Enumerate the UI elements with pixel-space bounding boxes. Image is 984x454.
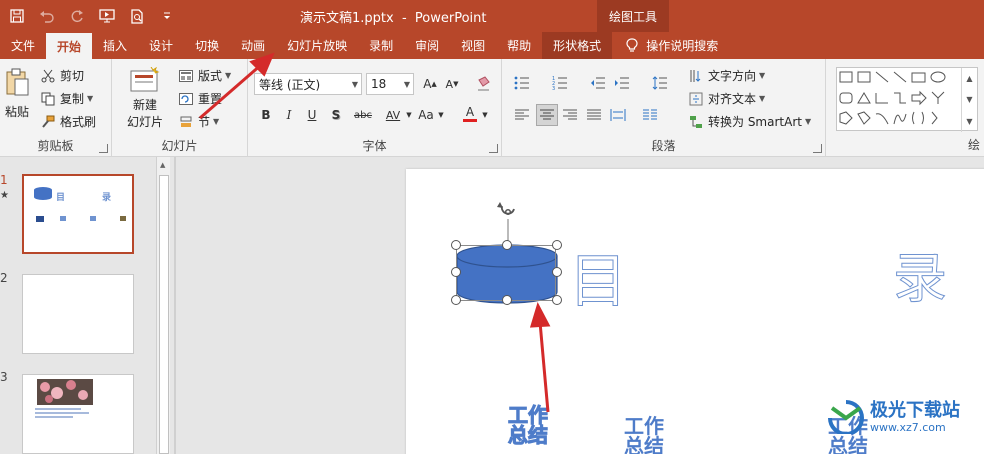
watermark-name: 极光下载站 bbox=[870, 399, 960, 421]
watermark-logo-icon bbox=[828, 400, 864, 434]
watermark: 极光下载站 www.xz7.com bbox=[826, 400, 960, 434]
watermark-url: www.xz7.com bbox=[870, 420, 946, 434]
annotation-arrows bbox=[199, 52, 551, 413]
